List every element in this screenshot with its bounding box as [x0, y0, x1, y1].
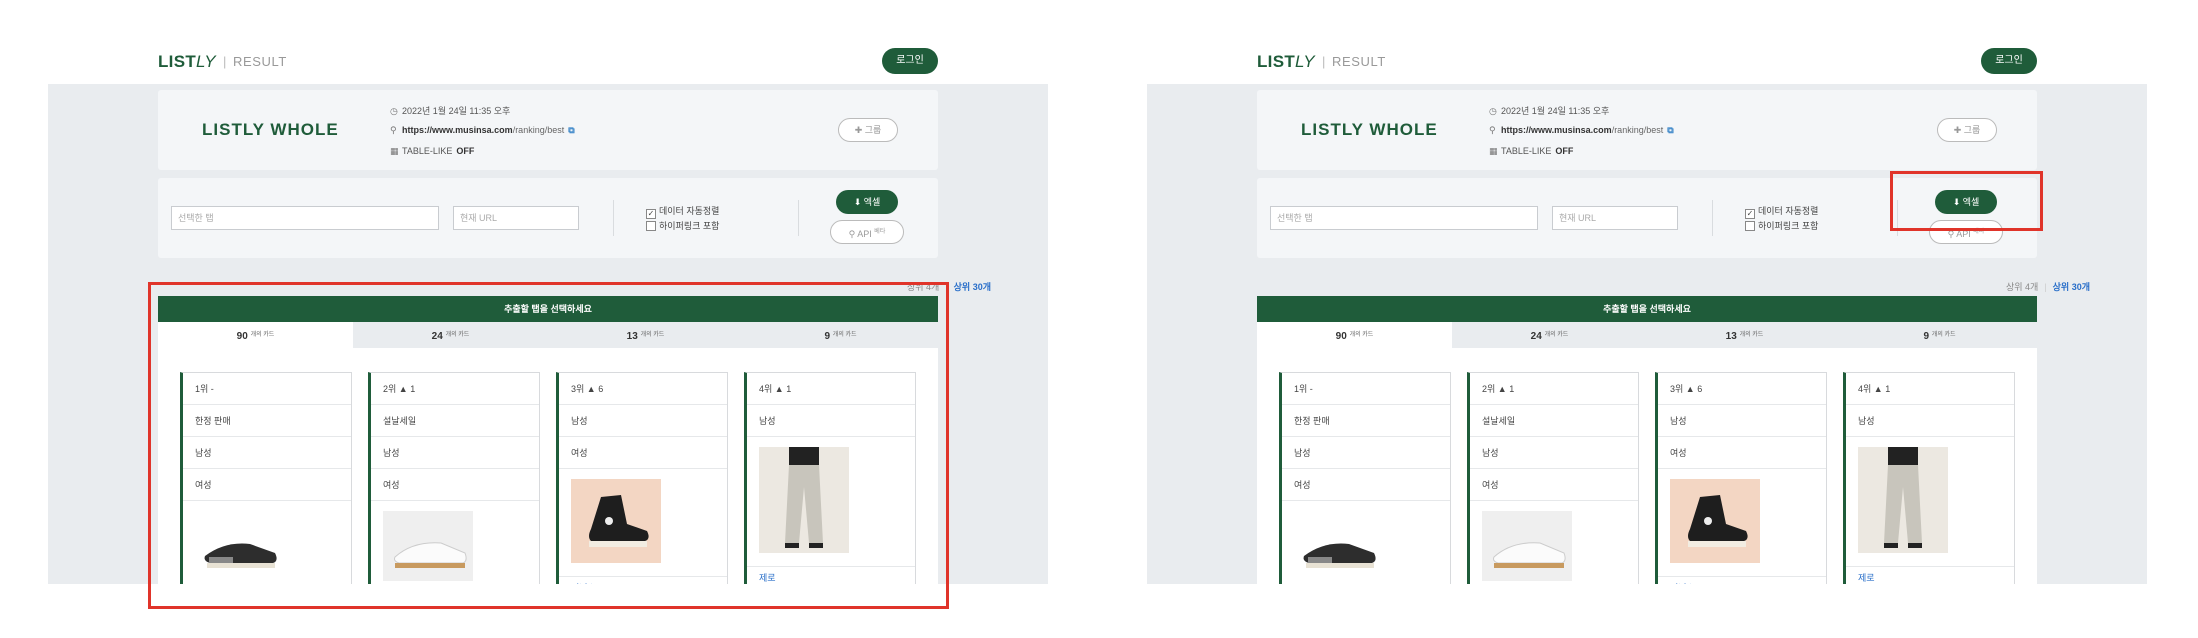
info-card: LISTLY WHOLE ◷ 2022년 1월 24일 11:35 오후 ⚲ htt…: [158, 90, 938, 170]
options-card: 선택한 탭 현재 URL ✓ 데이터 자동정렬 하이퍼링크 포함 ⬇ 엑셀 ⚲ A…: [158, 178, 938, 258]
pants-icon: [1858, 447, 1948, 553]
sort-options: 상위 4개 | 상위 30개: [2005, 282, 2090, 292]
clock-icon: ◷: [390, 106, 398, 116]
left-screenshot: LISTLY RESULT 로그인 LISTLY WHOLE ◷2022년 1월…: [0, 0, 1099, 638]
gender-cell: 여성: [1282, 469, 1450, 501]
page-title: LISTLY WHOLE: [1301, 120, 1438, 139]
checkbox-empty-icon: [1745, 221, 1755, 231]
table-like-row: ▦ TABLE-LIKE OFF: [1489, 146, 1574, 156]
hyperlink-checkbox[interactable]: 하이퍼링크 포함: [646, 219, 719, 232]
external-link-icon[interactable]: ⧉: [568, 125, 574, 135]
info-card: LISTLY WHOLE ◷ 2022년 1월 24일 11:35 오후 ⚲ htt…: [1257, 90, 2037, 170]
date-row: ◷ 2022년 1월 24일 11:35 오후: [390, 106, 511, 116]
shoe-high-icon: [1670, 479, 1760, 563]
tag-cell: 설날세일: [1470, 405, 1638, 437]
tab-bar: 90 개의 카드 24 개의 카드 13 개의 카드 9 개의 카드: [1257, 322, 2037, 348]
tab-3[interactable]: 13 개의 카드: [1647, 322, 1842, 348]
sort-top30[interactable]: 상위 30개: [954, 282, 991, 292]
listly-logo[interactable]: LISTLY: [158, 52, 216, 72]
checkbox-empty-icon: [646, 221, 656, 231]
top-bar: LISTLY RESULT 로그인: [1257, 46, 2037, 76]
tab-select-header: 추출할 탭을 선택하세요: [1257, 296, 2037, 322]
checkbox-checked-icon: ✓: [646, 209, 656, 219]
gender-cell: 여성: [1470, 469, 1638, 501]
table-like-row: ▦ TABLE-LIKE OFF: [390, 146, 475, 156]
link-icon: ⚲: [390, 125, 397, 135]
card-grid: 1위 - 한정 판매 남성 여성 2위 ▲ 1 설날세일 남성 여성 3위 ▲ …: [1257, 348, 2037, 584]
hyperlink-checkbox[interactable]: 하이퍼링크 포함: [1745, 219, 1818, 232]
rank-cell: 3위 ▲ 6: [1658, 373, 1826, 405]
divider: [1712, 200, 1713, 236]
link-icon: ⚲: [848, 229, 858, 239]
link-icon: ⚲: [1489, 125, 1496, 135]
result-label: RESULT: [223, 54, 287, 69]
gender-cell: 남성: [1282, 437, 1450, 469]
url-row[interactable]: ⚲ https://www.musinsa.com/ranking/best ⧉: [390, 125, 575, 136]
rank-cell: 2위 ▲ 1: [1470, 373, 1638, 405]
highlight-box: [148, 282, 949, 609]
listly-logo[interactable]: LISTLY: [1257, 52, 1315, 72]
table-icon: ▦: [1489, 146, 1498, 156]
login-button[interactable]: 로그인: [1981, 48, 2037, 74]
clock-icon: ◷: [1489, 106, 1497, 116]
brand-link[interactable]: 제로: [1846, 566, 2014, 584]
divider: [613, 200, 614, 236]
api-button[interactable]: ⚲ API 베타: [830, 220, 904, 244]
gender-cell: 남성: [1470, 437, 1638, 469]
brand-link[interactable]: 컨버스: [1658, 576, 1826, 584]
login-button[interactable]: 로그인: [882, 48, 938, 74]
sort-top4[interactable]: 상위 4개: [2006, 282, 2038, 292]
download-icon: ⬇: [853, 197, 864, 207]
gender-cell: 남성: [1846, 405, 2014, 437]
page-title: LISTLY WHOLE: [202, 120, 339, 139]
tag-cell: 한정 판매: [1282, 405, 1450, 437]
external-link-icon[interactable]: ⧉: [1667, 125, 1673, 135]
rank-cell: 4위 ▲ 1: [1846, 373, 2014, 405]
tab-4[interactable]: 9 개의 카드: [1842, 322, 2037, 348]
excel-button[interactable]: ⬇ 엑셀: [836, 190, 898, 214]
selected-tab-field[interactable]: 선택한 탭: [1270, 206, 1538, 230]
sort-top30[interactable]: 상위 30개: [2053, 282, 2090, 292]
current-url-field[interactable]: 현재 URL: [1552, 206, 1678, 230]
date-row: ◷ 2022년 1월 24일 11:35 오후: [1489, 106, 1610, 116]
top-bar: LISTLY RESULT 로그인: [158, 46, 938, 76]
group-button[interactable]: ✚ 그룹: [1937, 118, 1997, 142]
card-column: 2위 ▲ 1 설날세일 남성 여성: [1467, 372, 1639, 584]
result-label: RESULT: [1322, 54, 1386, 69]
rank-cell: 1위 -: [1282, 373, 1450, 405]
url-row[interactable]: ⚲ https://www.musinsa.com/ranking/best ⧉: [1489, 125, 1674, 136]
card-column: 3위 ▲ 6 남성 여성 컨버스: [1655, 372, 1827, 584]
card-column: 4위 ▲ 1 남성 제로: [1843, 372, 2015, 584]
checkbox-checked-icon: ✓: [1745, 209, 1755, 219]
right-screenshot: LISTLY RESULT 로그인 LISTLY WHOLE ◷2022년 1월…: [1099, 0, 2198, 638]
highlight-box: [1890, 171, 2043, 231]
gender-cell: 남성: [1658, 405, 1826, 437]
shoe-low-icon: [1294, 511, 1384, 581]
tab-1[interactable]: 90 개의 카드: [1257, 322, 1452, 348]
auto-sort-checkbox[interactable]: ✓ 데이터 자동정렬: [1745, 204, 1818, 219]
shoe-white-icon: [1482, 511, 1572, 581]
current-url-field[interactable]: 현재 URL: [453, 206, 579, 230]
group-button[interactable]: ✚ 그룹: [838, 118, 898, 142]
selected-tab-field[interactable]: 선택한 탭: [171, 206, 439, 230]
auto-sort-checkbox[interactable]: ✓ 데이터 자동정렬: [646, 204, 719, 219]
gender-cell: 여성: [1658, 437, 1826, 469]
card-column: 1위 - 한정 판매 남성 여성: [1279, 372, 1451, 584]
divider: [798, 200, 799, 236]
table-icon: ▦: [390, 146, 399, 156]
tab-2[interactable]: 24 개의 카드: [1452, 322, 1647, 348]
